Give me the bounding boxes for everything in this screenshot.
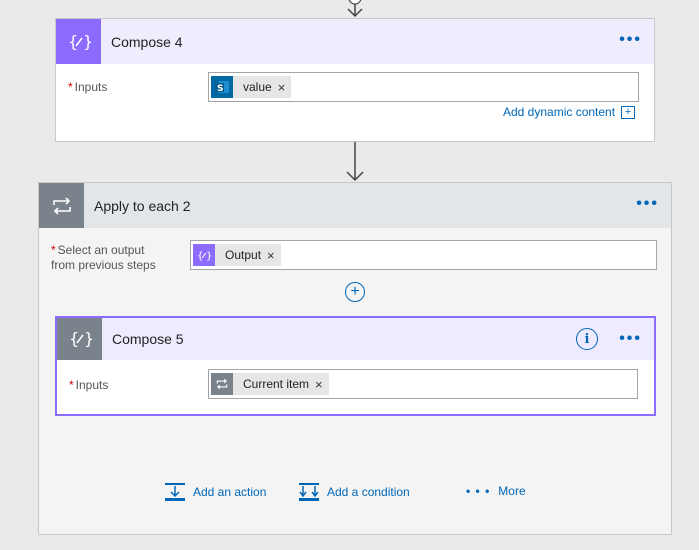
- compose-5-card[interactable]: { } Compose 5 i ••• *Inputs: [55, 316, 656, 416]
- apply-to-each-title: Apply to each 2: [94, 197, 191, 214]
- apply-to-each-more-button[interactable]: •••: [636, 196, 659, 212]
- svg-text:}: }: [84, 329, 92, 348]
- loop-icon: [39, 183, 84, 228]
- compose-4-inputs-label: * Inputs: [68, 80, 108, 94]
- compose-4-card[interactable]: { } Compose 4 ••• *Inputs S value × Add …: [55, 18, 655, 142]
- compose-4-header[interactable]: { } Compose 4 •••: [56, 19, 654, 64]
- compose-5-inputs-label: * Inputs: [69, 378, 109, 392]
- add-a-condition-label: Add a condition: [327, 485, 410, 499]
- compose-icon: { }: [57, 318, 102, 360]
- current-item-token-label: Current item: [243, 377, 310, 391]
- value-token-remove-button[interactable]: ×: [278, 80, 292, 95]
- sharepoint-icon: S: [211, 76, 233, 98]
- add-action-icon: [165, 483, 185, 501]
- svg-text:}: }: [206, 251, 211, 262]
- current-item-token[interactable]: Current item ×: [211, 373, 329, 395]
- compose-5-inputs-field[interactable]: Current item ×: [208, 369, 638, 399]
- value-token-label: value: [243, 80, 272, 94]
- current-item-token-remove-button[interactable]: ×: [315, 377, 329, 392]
- more-dots-icon: • • •: [466, 484, 491, 498]
- output-token-remove-button[interactable]: ×: [267, 248, 281, 263]
- select-output-label: * Select an output from previous steps: [51, 243, 156, 272]
- add-a-condition-button[interactable]: Add a condition: [298, 482, 410, 502]
- value-token[interactable]: S value ×: [211, 76, 292, 98]
- svg-text:S: S: [217, 84, 223, 94]
- top-connector-arrow-icon: [347, 0, 363, 18]
- more-button[interactable]: • • • More: [466, 484, 526, 498]
- add-condition-icon: [299, 483, 319, 501]
- compose-5-title: Compose 5: [112, 331, 184, 347]
- select-output-field[interactable]: { } Output ×: [190, 240, 657, 270]
- add-dynamic-content-link[interactable]: Add dynamic content +: [503, 105, 636, 119]
- svg-text:{: {: [68, 32, 78, 51]
- add-dynamic-plus-icon: +: [621, 105, 636, 119]
- compose-5-more-button[interactable]: •••: [619, 331, 642, 347]
- info-icon[interactable]: i: [576, 328, 598, 350]
- add-an-action-button[interactable]: Add an action: [164, 482, 266, 502]
- svg-text:}: }: [83, 32, 91, 51]
- add-an-action-label: Add an action: [193, 485, 267, 499]
- output-token-label: Output: [225, 248, 262, 262]
- compose-4-inputs-field[interactable]: S value ×: [208, 72, 639, 102]
- compose-icon: { }: [56, 19, 101, 64]
- compose-5-header[interactable]: { } Compose 5 i •••: [57, 318, 654, 360]
- insert-step-plus-icon[interactable]: +: [345, 282, 365, 302]
- compose-4-title: Compose 4: [111, 33, 183, 50]
- svg-text:{: {: [69, 329, 79, 348]
- compose-icon: { }: [193, 244, 215, 266]
- connector-arrow-icon: [346, 142, 364, 182]
- svg-text:{: {: [197, 251, 203, 262]
- apply-to-each-header[interactable]: Apply to each 2 •••: [39, 183, 671, 228]
- loop-icon: [211, 373, 233, 395]
- more-label: More: [498, 484, 526, 498]
- apply-to-each-2-container[interactable]: Apply to each 2 ••• * Select an output fr…: [38, 182, 672, 535]
- output-token[interactable]: { } Output ×: [193, 244, 281, 266]
- compose-4-more-button[interactable]: •••: [619, 32, 642, 48]
